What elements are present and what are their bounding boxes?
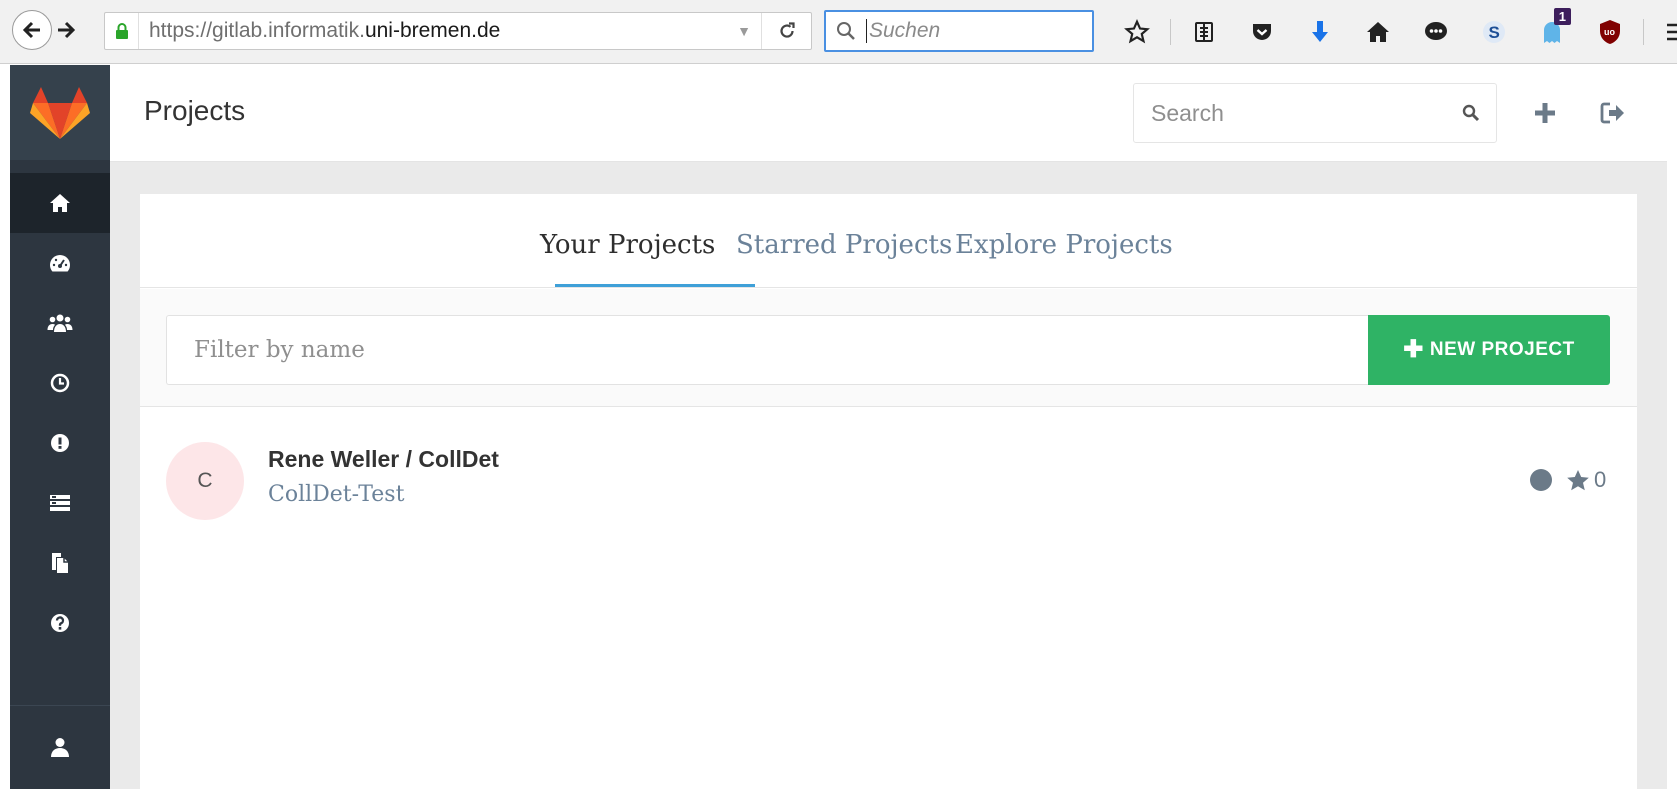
activity-icon <box>50 373 70 393</box>
visibility-icon <box>1530 469 1552 491</box>
url-bar[interactable]: https://gitlab.informatik.uni-bremen.de … <box>104 12 812 50</box>
merge-requests-icon <box>50 495 70 511</box>
dashboard-icon <box>50 255 70 272</box>
sign-out-button[interactable] <box>1595 95 1631 131</box>
new-item-button[interactable] <box>1527 95 1563 131</box>
pocket-icon[interactable] <box>1233 14 1291 50</box>
url-domain: uni-bremen.de <box>364 19 501 42</box>
url-dropdown-icon[interactable]: ▼ <box>727 23 761 39</box>
s-extension-icon[interactable]: S <box>1465 14 1523 50</box>
nav-buttons <box>12 10 80 50</box>
star-icon <box>1567 469 1589 490</box>
sidebar-item-help[interactable] <box>10 593 110 653</box>
home-icon <box>50 194 70 212</box>
forward-button[interactable] <box>52 15 80 45</box>
browser-toolbar: https://gitlab.informatik.uni-bremen.de … <box>0 0 1677 64</box>
svg-text:uo: uo <box>1604 27 1615 37</box>
groups-icon <box>47 314 73 332</box>
ublock-icon[interactable]: uo <box>1581 14 1639 50</box>
gitlab-fox-icon <box>30 86 90 139</box>
sidebar-item-snippets[interactable] <box>10 533 110 593</box>
star-count: 0 <box>1594 467 1607 492</box>
new-project-button[interactable]: ✚ NEW PROJECT <box>1368 315 1610 385</box>
project-avatar[interactable]: C <box>166 442 244 520</box>
plus-icon <box>1535 103 1555 123</box>
bookmark-star-icon[interactable] <box>1108 14 1166 50</box>
snippets-icon <box>52 553 68 573</box>
back-button[interactable] <box>12 10 52 50</box>
sidebar-item-home[interactable] <box>10 173 110 233</box>
sidebar-item-issues[interactable] <box>10 413 110 473</box>
sidebar-item-groups[interactable] <box>10 293 110 353</box>
url-text[interactable]: https://gitlab.informatik.uni-bremen.de <box>139 19 727 43</box>
chat-icon[interactable] <box>1407 14 1465 50</box>
project-meta: 0 <box>1530 465 1606 495</box>
sidebar <box>10 65 110 789</box>
tab-your-projects[interactable]: Your Projects <box>540 230 715 260</box>
profile-icon <box>51 738 69 757</box>
arrow-left-icon <box>22 21 40 39</box>
ghostery-icon[interactable]: 1 <box>1523 8 1581 50</box>
reload-icon <box>779 22 795 38</box>
lock-icon[interactable] <box>105 13 139 49</box>
svg-text:S: S <box>1489 23 1500 42</box>
active-tab-indicator <box>555 284 755 287</box>
search-icon[interactable] <box>1446 104 1496 122</box>
hamburger-menu-icon[interactable] <box>1648 14 1677 50</box>
gitlab-logo[interactable] <box>10 65 110 160</box>
toolbar-separator <box>1170 19 1171 45</box>
sign-out-icon <box>1600 102 1624 124</box>
filter-bar: Filter by name ✚ NEW PROJECT <box>140 289 1637 407</box>
project-description: CollDet-Test <box>268 482 405 507</box>
header-search-input[interactable]: Search <box>1133 83 1497 143</box>
sidebar-item-profile[interactable] <box>10 717 110 777</box>
notification-badge: 1 <box>1553 8 1571 25</box>
help-icon <box>51 614 69 632</box>
sidebar-item-activity[interactable] <box>10 353 110 413</box>
page-title: Projects <box>144 95 246 126</box>
projects-panel: Your Projects Starred Projects Explore P… <box>140 194 1637 789</box>
sidebar-item-merge-requests[interactable] <box>10 473 110 533</box>
url-prefix: https://gitlab.informatik. <box>149 19 365 42</box>
project-list-item[interactable]: C Rene Weller / CollDet CollDet-Test 0 <box>140 408 1637 520</box>
arrow-right-icon <box>58 21 76 39</box>
project-name[interactable]: Rene Weller / CollDet <box>268 446 499 473</box>
web-search-input[interactable]: Suchen <box>824 10 1094 52</box>
app-header: Projects Search <box>110 65 1667 162</box>
filter-by-name-input[interactable]: Filter by name <box>166 315 1368 385</box>
reading-list-icon[interactable] <box>1175 14 1233 50</box>
download-icon[interactable] <box>1291 14 1349 50</box>
header-search-placeholder: Search <box>1151 99 1224 126</box>
reload-button[interactable] <box>761 13 811 49</box>
project-tabs: Your Projects Starred Projects Explore P… <box>140 194 1637 288</box>
browser-toolbar-icons: S 1 uo <box>1108 8 1677 50</box>
tab-explore-projects[interactable]: Explore Projects <box>955 230 1173 260</box>
tab-starred-projects[interactable]: Starred Projects <box>736 230 952 260</box>
web-search-placeholder: Suchen <box>866 19 940 43</box>
toolbar-separator <box>1643 19 1644 45</box>
sidebar-item-dashboard[interactable] <box>10 233 110 293</box>
sidebar-divider <box>10 705 110 706</box>
issues-icon <box>51 434 69 452</box>
plus-icon: ✚ <box>1403 336 1424 363</box>
new-project-label: NEW PROJECT <box>1429 339 1575 360</box>
magnifier-icon <box>826 21 866 41</box>
home-browser-icon[interactable] <box>1349 14 1407 50</box>
